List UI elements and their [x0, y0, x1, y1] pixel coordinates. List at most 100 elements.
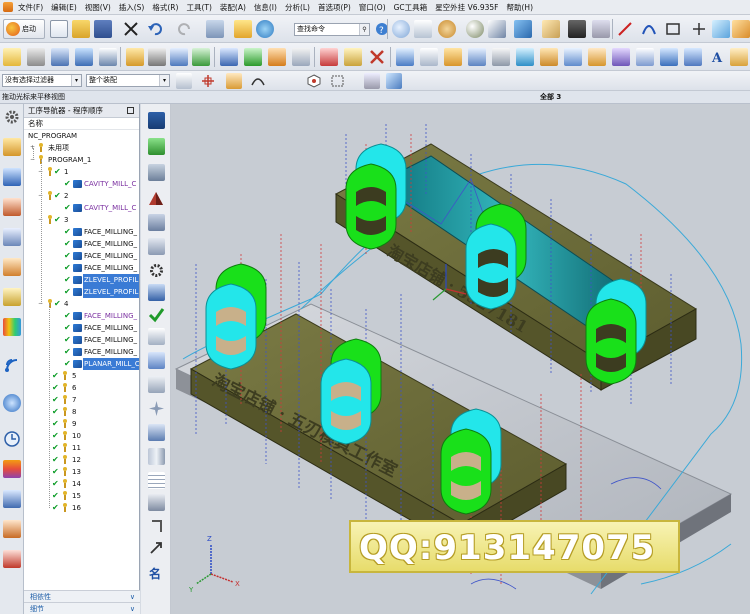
rotate-view-icon[interactable] [438, 20, 456, 38]
process-studio-icon[interactable] [3, 490, 21, 508]
geometry-view-icon[interactable] [170, 48, 188, 66]
datum-plane-icon[interactable] [712, 20, 730, 38]
blank-icon[interactable] [444, 48, 462, 66]
gouge-check-icon[interactable] [540, 48, 558, 66]
isv-icon[interactable] [516, 48, 534, 66]
mirror-icon[interactable] [660, 48, 678, 66]
arc-icon[interactable] [640, 20, 658, 38]
cut-icon[interactable] [320, 48, 338, 66]
fit-view-icon[interactable] [414, 20, 432, 38]
start-button[interactable]: 启动 [3, 19, 45, 39]
create-geometry-icon[interactable] [51, 48, 69, 66]
machine-navigator-icon[interactable] [3, 168, 21, 186]
tool-path-icon[interactable] [148, 424, 165, 441]
tree-group[interactable]: ✔ 8 [24, 406, 139, 418]
settings-icon[interactable] [148, 262, 165, 279]
block-icon[interactable] [148, 164, 165, 181]
history-icon[interactable] [3, 394, 21, 412]
text-icon[interactable]: A [708, 48, 726, 66]
hd3d-icon[interactable] [3, 318, 21, 336]
menu-analysis[interactable]: 分析(L) [281, 2, 314, 13]
paste-icon[interactable] [344, 48, 362, 66]
tree-operation[interactable]: ✔ FACE_MILLING_ [24, 334, 139, 346]
role-icon[interactable] [3, 520, 21, 538]
table-icon[interactable] [148, 472, 165, 489]
book-icon[interactable] [684, 48, 702, 66]
tree-operation[interactable]: ✔ FACE_MILLING_ [24, 310, 139, 322]
point-icon[interactable] [690, 20, 708, 38]
program-order-view-icon[interactable] [126, 48, 144, 66]
gear-icon[interactable] [3, 108, 21, 126]
tool-mode-icon[interactable] [148, 112, 165, 129]
curve-rule-icon[interactable] [250, 73, 266, 89]
menu-view[interactable]: 视图(V) [81, 2, 115, 13]
menu-window[interactable]: 窗口(O) [355, 2, 390, 13]
hex-point-icon[interactable] [306, 73, 322, 89]
menu-format[interactable]: 格式(R) [148, 2, 182, 13]
create-tool-icon[interactable] [27, 48, 45, 66]
background-icon[interactable] [568, 20, 586, 38]
command-search-input[interactable]: 查找命令 ⚲ [294, 23, 370, 36]
sparkle-icon[interactable] [148, 400, 165, 417]
verify-check-icon[interactable] [148, 306, 165, 323]
tree-operation-selected[interactable]: ✔ PLANAR_MILL_C [24, 358, 139, 370]
menu-gc-toolbox[interactable]: GC工具箱 [390, 2, 432, 13]
redo-icon[interactable] [176, 20, 194, 38]
box-select-icon[interactable] [330, 73, 346, 89]
collision-check-icon[interactable] [564, 48, 582, 66]
stock-icon[interactable] [612, 48, 630, 66]
list-icon[interactable] [148, 328, 165, 345]
tree-operation[interactable]: ✔ FACE_MILLING_ [24, 322, 139, 334]
open-folder-icon[interactable] [72, 20, 90, 38]
palette-icon[interactable] [3, 460, 21, 478]
clock-icon[interactable] [3, 430, 21, 448]
menu-help[interactable]: 帮助(H) [503, 2, 538, 13]
shop-doc-icon[interactable] [292, 48, 310, 66]
snap-point-icon[interactable] [200, 73, 216, 89]
menu-plugin[interactable]: 星空外挂 V6.935F [431, 2, 502, 13]
machine-tool-view-icon[interactable] [148, 48, 166, 66]
edit-object-icon[interactable] [148, 352, 165, 369]
part-material-icon[interactable] [468, 48, 486, 66]
save-icon[interactable] [94, 20, 112, 38]
pipe-icon[interactable] [148, 138, 165, 155]
menu-assembly[interactable]: 装配(A) [216, 2, 250, 13]
tree-root[interactable]: NC_PROGRAM [24, 130, 139, 142]
sketch-icon[interactable] [732, 20, 750, 38]
menu-file[interactable]: 文件(F) [14, 2, 47, 13]
tree-group[interactable]: ✔ 10 [24, 430, 139, 442]
layer-icon[interactable] [592, 20, 610, 38]
shaded-sphere-icon[interactable] [466, 20, 484, 38]
rename-icon[interactable] [148, 284, 165, 301]
feed-speed-icon[interactable] [492, 48, 510, 66]
new-file-icon[interactable] [50, 20, 68, 38]
menu-edit[interactable]: 编辑(E) [47, 2, 81, 13]
line-icon[interactable] [616, 20, 634, 38]
orient-icon[interactable] [226, 73, 242, 89]
cone-icon[interactable] [148, 190, 165, 207]
copy-icon[interactable] [206, 20, 224, 38]
delete-icon[interactable] [368, 48, 386, 66]
assembly-navigator-icon[interactable] [3, 228, 21, 246]
post-process-icon[interactable] [268, 48, 286, 66]
tree-group[interactable]: ✔ 14 [24, 478, 139, 490]
undo-icon[interactable] [146, 20, 164, 38]
constraint-navigator-icon[interactable] [3, 258, 21, 276]
verify-toolpath-icon[interactable] [244, 48, 262, 66]
create-method-icon[interactable] [75, 48, 93, 66]
generate-toolpath-icon[interactable] [220, 48, 238, 66]
menu-insert[interactable]: 插入(S) [115, 2, 149, 13]
mill-tool-icon[interactable] [148, 214, 165, 231]
more-tools-icon[interactable] [730, 48, 748, 66]
machining-method-view-icon[interactable] [192, 48, 210, 66]
maximize-icon[interactable] [127, 107, 134, 114]
copy-operation-icon[interactable] [148, 376, 165, 393]
tree-group[interactable]: ✔ 6 [24, 382, 139, 394]
web-browser-icon[interactable] [3, 356, 21, 374]
details-panel[interactable]: 细节 ∨ [24, 602, 140, 614]
list-toolpath-icon[interactable] [420, 48, 438, 66]
tree-group[interactable]: ✔ 7 [24, 394, 139, 406]
menu-information[interactable]: 信息(I) [250, 2, 281, 13]
tree-group[interactable]: ✔ 13 [24, 466, 139, 478]
replay-toolpath-icon[interactable] [396, 48, 414, 66]
